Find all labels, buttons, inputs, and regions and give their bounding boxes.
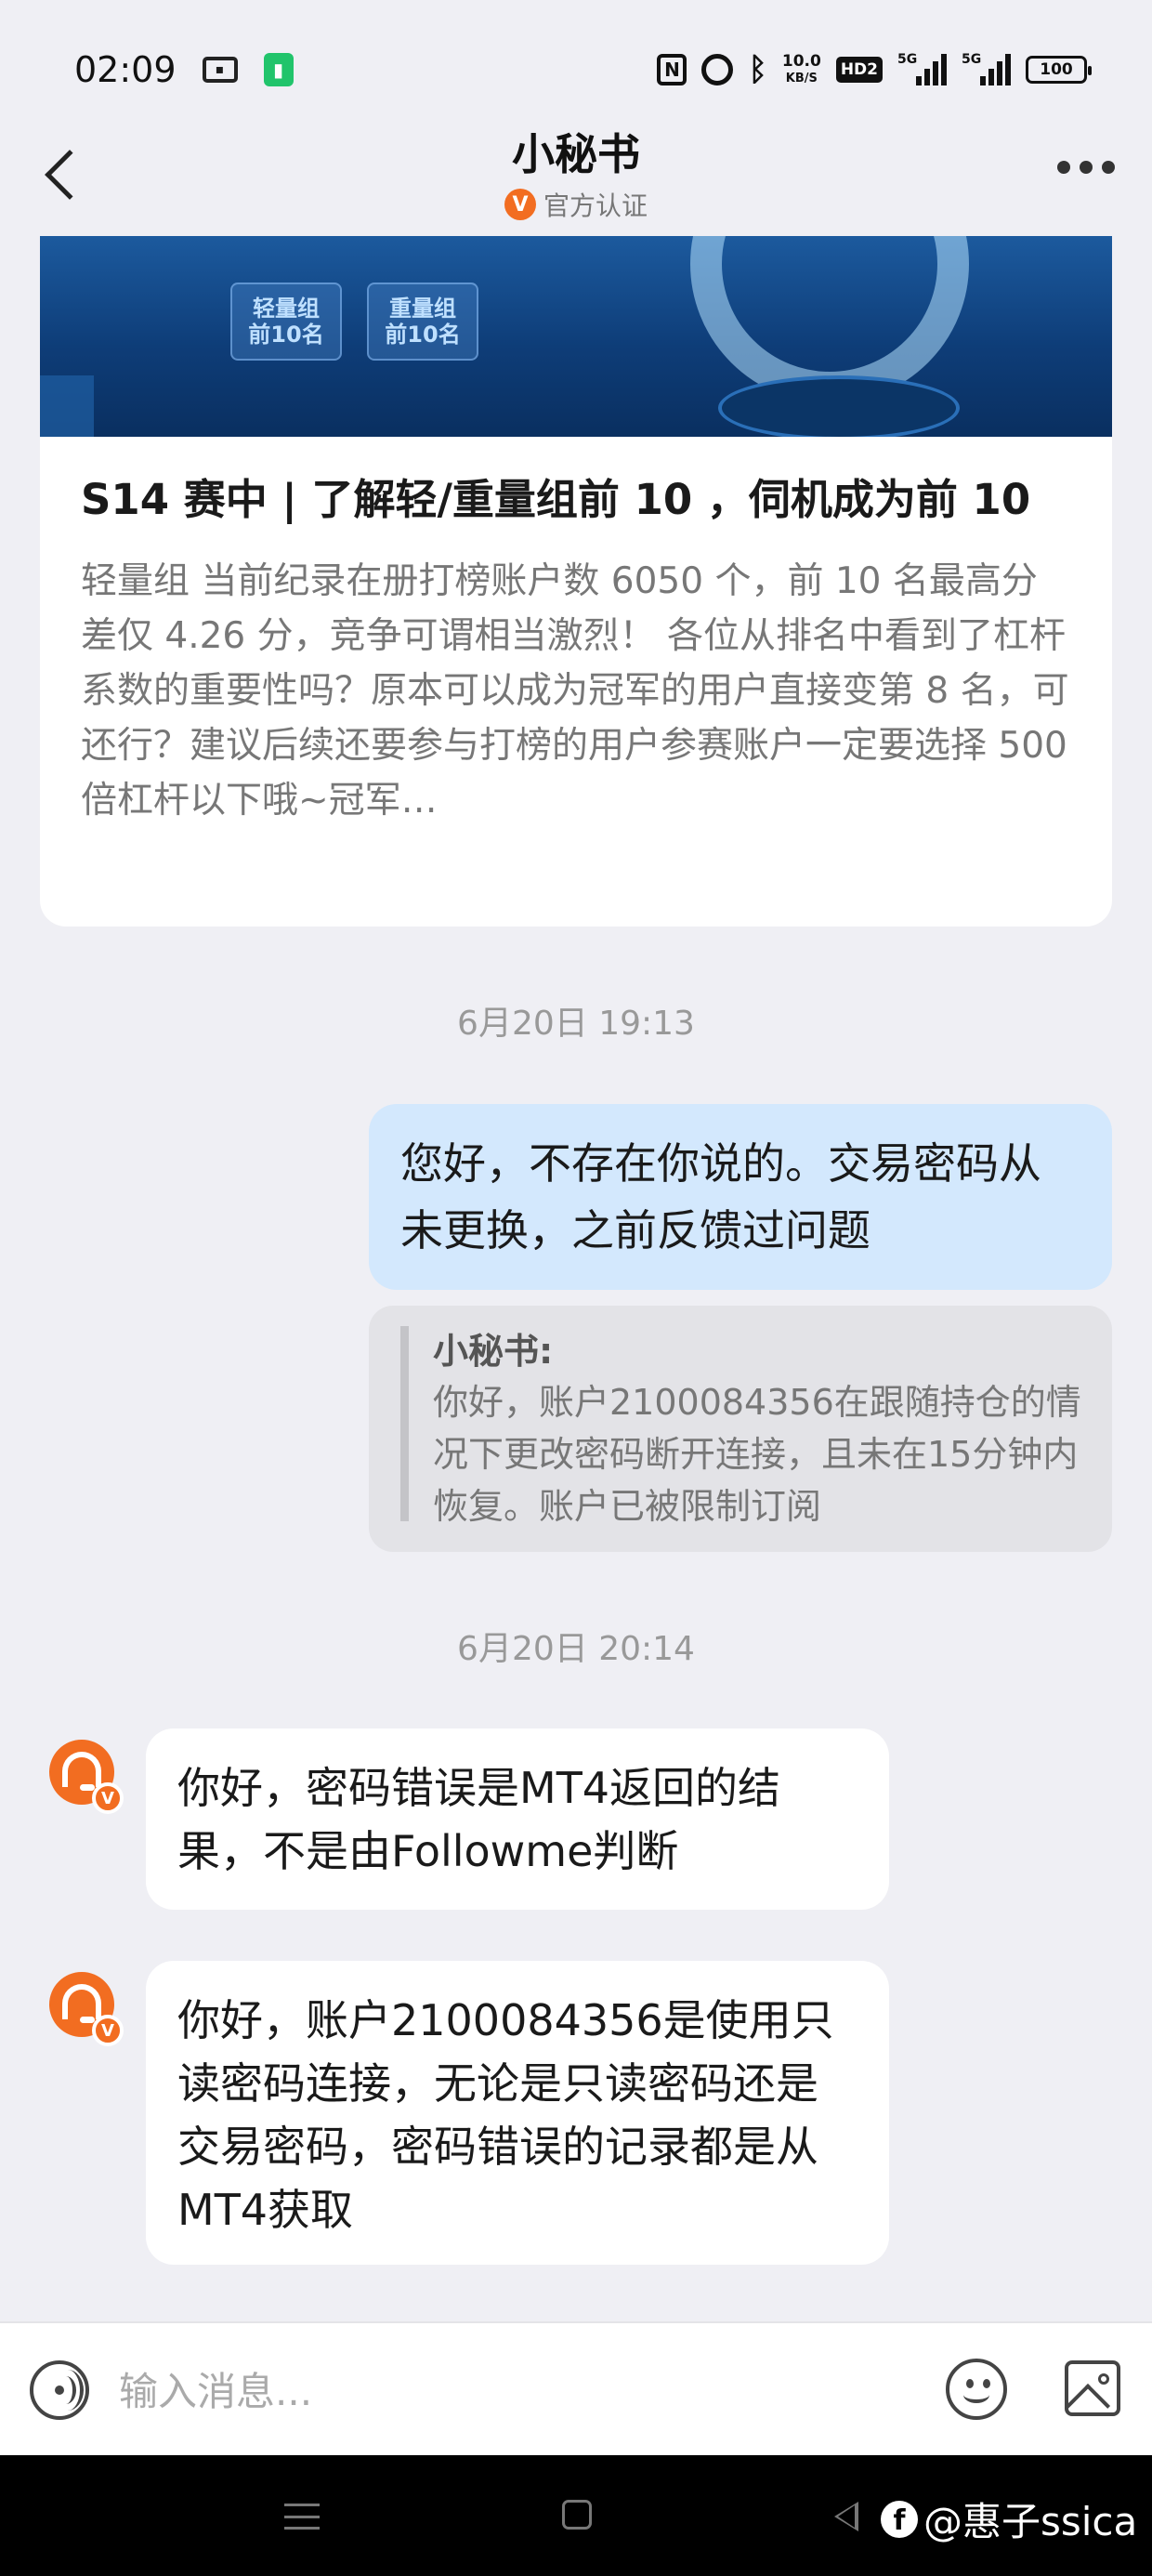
chat-header: 小秘书 V 官方认证 bbox=[0, 116, 1152, 237]
battery-icon: 100 bbox=[1026, 56, 1092, 84]
header-subtitle: 官方认证 bbox=[543, 191, 648, 221]
signal-icon: 5G bbox=[897, 52, 947, 85]
verified-badge-icon: V bbox=[92, 2015, 124, 2046]
signal-icon-2: 5G bbox=[962, 52, 1011, 85]
image-sun bbox=[1098, 2373, 1109, 2385]
sent-message-bubble[interactable]: 您好，不存在你说的。交易密码从未更换，之前反馈过问题 bbox=[369, 1104, 1112, 1290]
avatar[interactable]: V bbox=[49, 1740, 124, 1814]
voice-icon[interactable] bbox=[30, 2360, 89, 2420]
article-card[interactable]: 轻量组 前10名 重量组 前10名 S14 赛中 | 了解轻/重量组前 10 ，伺机… bbox=[40, 236, 1112, 927]
more-options-icon[interactable] bbox=[1057, 161, 1115, 174]
network-speed: 10.0 KB/S bbox=[781, 51, 821, 86]
green-app-icon: ▮ bbox=[263, 53, 294, 86]
back-triangle-icon[interactable] bbox=[834, 2502, 858, 2531]
quoted-message[interactable]: 小秘书: 你好，账户2100084356在跟随持仓的情况下更改密码断开连接，且未… bbox=[369, 1306, 1112, 1552]
article-title: S14 赛中 | 了解轻/重量组前 10 ，伺机成为前 10 bbox=[81, 475, 1031, 524]
quote-text: 你好，账户2100084356在跟随持仓的情况下更改密码断开连接，且未在15分钟… bbox=[433, 1382, 1081, 1527]
timestamp: 6月20日 19:13 bbox=[457, 1005, 695, 1043]
emoji-mouth bbox=[963, 2386, 989, 2403]
banner-tag-heavy: 重量组 前10名 bbox=[367, 283, 478, 361]
input-bar bbox=[0, 2321, 1152, 2455]
headset-icon bbox=[62, 1984, 101, 2019]
status-right: N ᛒ 10.0 KB/S HD2 5G 5G 100 bbox=[657, 51, 1092, 88]
network-speed-value: 10.0 bbox=[781, 51, 821, 71]
page-title: 小秘书 bbox=[512, 129, 640, 179]
nfc-icon: N bbox=[657, 54, 687, 85]
watermark-text: @惠子ssica bbox=[923, 2499, 1138, 2544]
avatar[interactable]: V bbox=[49, 1972, 124, 2046]
article-excerpt: 轻量组 当前纪录在册打榜账户数 6050 个，前 10 名最高分差仅 4.26 … bbox=[81, 560, 1069, 821]
banner-pedestal bbox=[718, 375, 960, 437]
signal-2-label: 5G bbox=[962, 52, 982, 67]
alarm-icon bbox=[701, 54, 734, 85]
image-mountain bbox=[1068, 2383, 1111, 2412]
message-input[interactable] bbox=[119, 2359, 899, 2424]
emoji-icon[interactable] bbox=[946, 2359, 1007, 2420]
signal-1-label: 5G bbox=[897, 52, 918, 67]
status-left: 02:09 ▪ ▮ bbox=[74, 49, 294, 90]
network-speed-unit: KB/S bbox=[785, 71, 818, 85]
image-icon[interactable] bbox=[1065, 2360, 1120, 2416]
battery-level: 100 bbox=[1040, 60, 1073, 79]
verified-badge-icon: V bbox=[92, 1782, 124, 1814]
system-nav-bar: f @惠子ssica bbox=[0, 2455, 1152, 2576]
hd-icon: HD2 bbox=[835, 57, 883, 83]
article-banner: 轻量组 前10名 重量组 前10名 bbox=[40, 236, 1112, 437]
timestamp: 6月20日 20:14 bbox=[457, 1630, 695, 1668]
watermark: f @惠子ssica bbox=[881, 2491, 1137, 2547]
received-message-bubble[interactable]: 你好，账户2100084356是使用只读密码连接，无论是只读密码还是交易密码，密… bbox=[146, 1961, 889, 2265]
voice-wave-outer bbox=[52, 2370, 84, 2411]
mic-shape bbox=[80, 1784, 95, 1791]
bluetooth-icon: ᛒ bbox=[748, 51, 767, 88]
verified-badge-icon: V bbox=[504, 189, 536, 220]
official-verification: V 官方认证 bbox=[0, 186, 1152, 223]
mic-shape bbox=[80, 2017, 95, 2023]
headset-icon bbox=[62, 1752, 101, 1787]
banner-decoration bbox=[40, 375, 94, 437]
home-icon[interactable] bbox=[562, 2500, 592, 2530]
quote-author: 小秘书: bbox=[433, 1331, 554, 1372]
menu-icon[interactable] bbox=[284, 2504, 320, 2530]
emoji-eye bbox=[983, 2379, 990, 2388]
banner-tag-light: 轻量组 前10名 bbox=[230, 283, 342, 361]
quote-content: 小秘书: 你好，账户2100084356在跟随持仓的情况下更改密码断开连接，且未… bbox=[400, 1326, 1084, 1527]
card-icon: ▪ bbox=[202, 57, 238, 83]
received-message-bubble[interactable]: 你好，密码错误是MT4返回的结果，不是由Followme判断 bbox=[146, 1728, 889, 1910]
status-time: 02:09 bbox=[74, 49, 177, 90]
facebook-logo-icon: f bbox=[881, 2500, 918, 2538]
